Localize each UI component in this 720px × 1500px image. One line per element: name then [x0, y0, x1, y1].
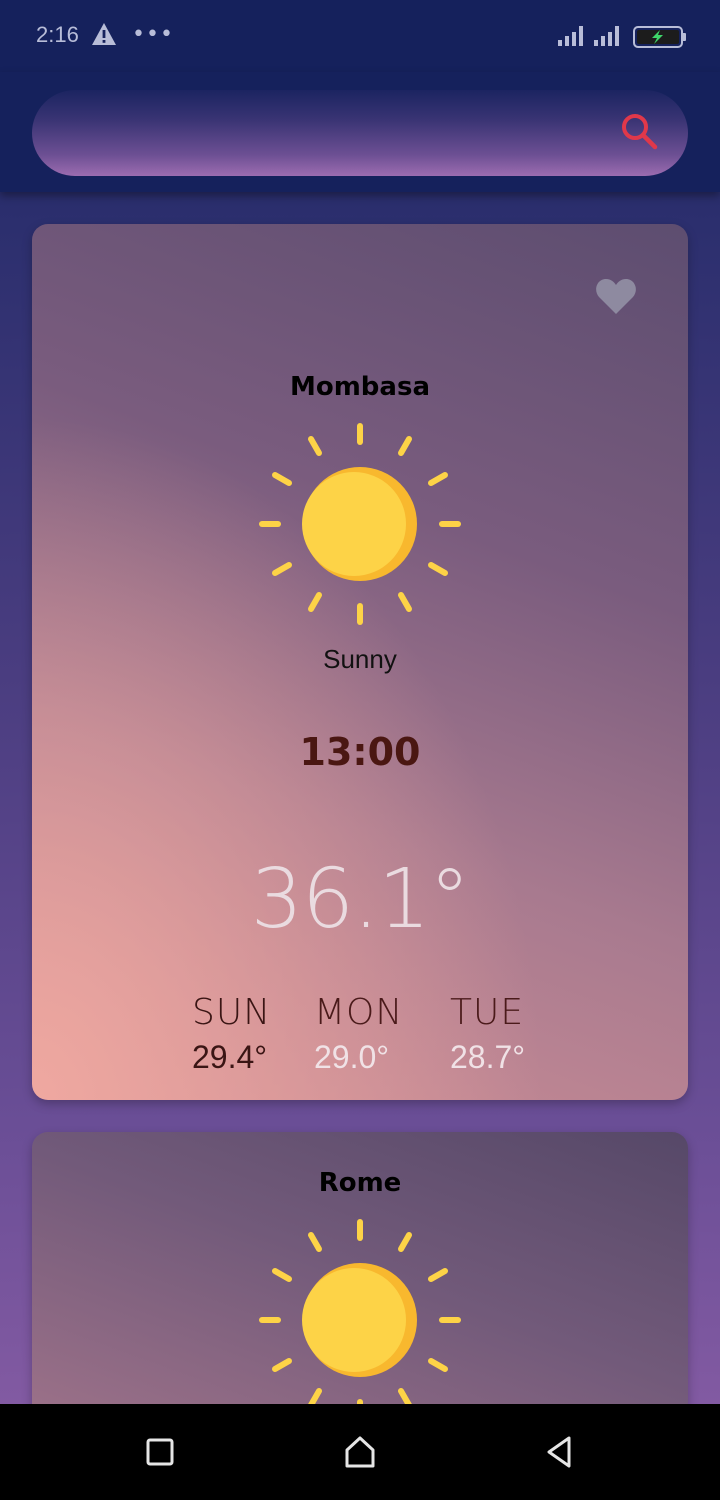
- search-icon[interactable]: [618, 110, 662, 154]
- sun-icon: [259, 423, 461, 625]
- status-bar: 2:16 •••: [0, 0, 720, 72]
- forecast-day-label: TUE: [450, 992, 525, 1033]
- warning-icon: [92, 23, 116, 45]
- search-input[interactable]: [72, 110, 592, 156]
- forecast-day-label: SUN: [192, 992, 272, 1033]
- more-icon: •••: [132, 22, 174, 47]
- navigation-bar: [0, 1404, 720, 1500]
- weather-card-mombasa[interactable]: Mombasa Sunny 13:00 36.1° SUN 29.4° MON …: [32, 224, 688, 1100]
- forecast-day-temp: 29.4°: [192, 1039, 268, 1075]
- status-icons: [558, 26, 686, 48]
- heart-icon[interactable]: [594, 274, 638, 318]
- forecast-day-item: TUE 28.7°: [450, 992, 560, 1076]
- forecast-time: 13:00: [299, 730, 421, 774]
- back-icon[interactable]: [540, 1432, 580, 1472]
- forecast-day-item: MON 29.0°: [314, 992, 424, 1076]
- city-name: Rome: [318, 1168, 402, 1198]
- signal-icon: [594, 26, 619, 46]
- signal-icon: [558, 26, 583, 46]
- city-name: Mombasa: [289, 372, 430, 402]
- forecast-day-temp: 28.7°: [450, 1039, 526, 1075]
- app-header: [0, 72, 720, 192]
- sun-icon: [259, 1219, 461, 1421]
- daily-forecast: SUN 29.4° MON 29.0° TUE 28.7°: [32, 992, 688, 1092]
- recent-apps-icon[interactable]: [140, 1432, 180, 1472]
- forecast-day-item: SUN 29.4°: [192, 992, 302, 1076]
- forecast-day-label: MON: [314, 992, 404, 1033]
- forecast-day-temp: 29.0°: [314, 1039, 390, 1075]
- search-bar[interactable]: [32, 90, 688, 176]
- status-time: 2:16: [36, 22, 79, 47]
- current-temperature: 36.1°: [250, 852, 471, 947]
- battery-charging-icon: [633, 26, 686, 48]
- home-icon[interactable]: [340, 1432, 380, 1472]
- weather-condition: Sunny: [323, 644, 397, 674]
